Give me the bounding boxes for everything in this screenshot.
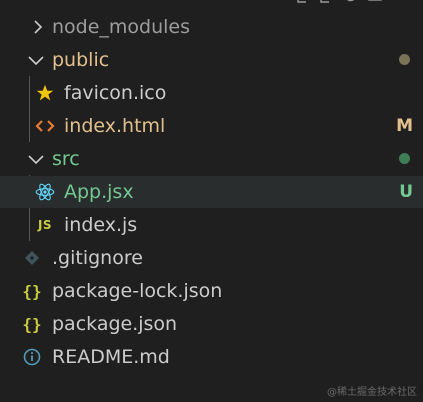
js-icon: JS [37,218,53,232]
tree-item-label: README.md [52,346,170,368]
chevron-right-icon[interactable] [28,11,48,43]
html-icon [34,110,56,142]
refresh-icon[interactable] [344,0,358,4]
new-file-icon[interactable] [296,0,310,4]
tree-item-favicon[interactable]: favicon.ico [0,77,423,109]
tree-item-label: package.json [52,313,178,335]
star-icon [34,77,56,109]
tree-item-index-html[interactable]: index.html M [0,110,423,142]
tree-item-label: node_modules [52,16,191,38]
tree-item-node-modules[interactable]: node_modules [0,11,423,43]
tree-item-readme[interactable]: README.md [0,341,423,373]
git-icon [21,242,43,274]
new-folder-icon[interactable] [320,0,334,4]
tree-item-package-lock[interactable]: {} package-lock.json [0,275,423,307]
collapse-all-icon[interactable] [368,0,382,4]
chevron-down-icon[interactable] [26,143,46,175]
tree-item-label: package-lock.json [52,280,223,302]
git-status-badge: U [399,182,413,202]
file-explorer: node_modules public favicon.ico index.ht… [0,0,423,402]
git-status-badge: M [396,116,413,136]
explorer-toolbar [296,0,382,4]
chevron-down-icon[interactable] [26,44,46,76]
watermark: @稀土掘金技术社区 [327,387,417,398]
git-status-dot [399,54,410,65]
react-icon [34,176,56,208]
tree-item-index-js[interactable]: JS index.js [0,209,423,241]
tree-item-label: public [52,49,110,71]
json-icon: {} [22,281,42,301]
info-icon [21,341,43,373]
git-status-dot [399,153,410,164]
tree-item-public[interactable]: public [0,44,423,76]
tree-item-gitignore[interactable]: .gitignore [0,242,423,274]
tree-item-label: index.html [64,115,166,137]
tree-item-app-jsx[interactable]: App.jsx U [0,176,423,208]
tree-item-src[interactable]: src [0,143,423,175]
tree-item-label: App.jsx [64,181,134,203]
tree-item-label: .gitignore [52,247,143,269]
json-icon: {} [22,314,42,334]
tree-item-package-json[interactable]: {} package.json [0,308,423,340]
tree-item-label: favicon.ico [64,82,167,104]
tree-item-label: src [52,148,80,170]
tree-item-label: index.js [64,214,138,236]
